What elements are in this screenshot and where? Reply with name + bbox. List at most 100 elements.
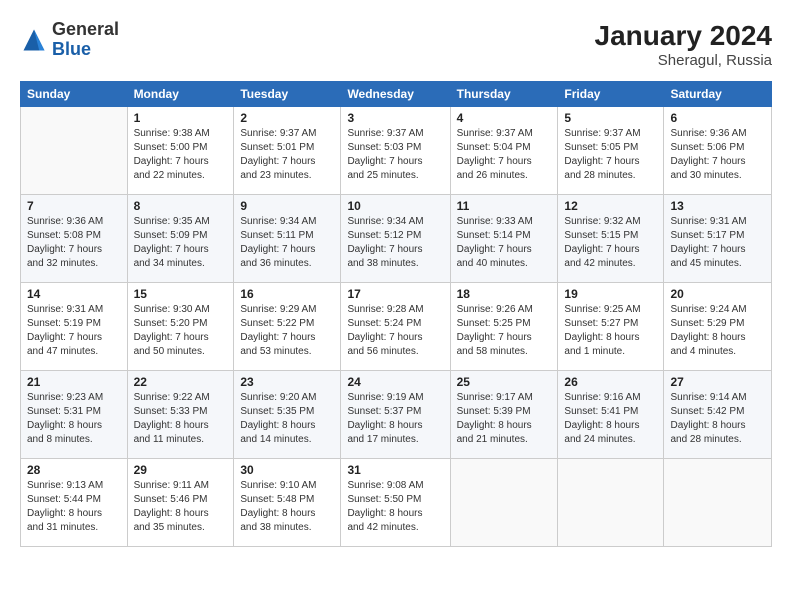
day-number: 12 xyxy=(564,199,657,213)
day-number: 27 xyxy=(670,375,765,389)
day-cell: 8 Sunrise: 9:35 AMSunset: 5:09 PMDaylight… xyxy=(127,195,234,283)
day-number: 31 xyxy=(347,463,443,477)
day-number: 22 xyxy=(134,375,228,389)
day-info: Sunrise: 9:14 AMSunset: 5:42 PMDaylight:… xyxy=(670,391,765,447)
day-info: Sunrise: 9:10 AMSunset: 5:48 PMDaylight:… xyxy=(240,479,334,535)
day-number: 4 xyxy=(457,111,552,125)
day-number: 18 xyxy=(457,287,552,301)
day-cell: 22Sunrise: 9:22 AMSunset: 5:33 PMDayligh… xyxy=(127,371,234,459)
day-info: Sunrise: 9:35 AMSunset: 5:09 PMDaylight:… xyxy=(134,215,228,271)
day-cell: 17 Sunrise: 9:28 AMSunset: 5:24 PMDayligh… xyxy=(341,283,450,371)
col-header-sunday: Sunday xyxy=(21,82,128,107)
day-cell: 12Sunrise: 9:32 AMSunset: 5:15 PMDayligh… xyxy=(558,195,664,283)
col-header-tuesday: Tuesday xyxy=(234,82,341,107)
day-cell: 31 Sunrise: 9:08 AMSunset: 5:50 PMDayligh… xyxy=(341,459,450,547)
calendar-page: General Blue January 2024 Sheragul, Russ… xyxy=(0,0,792,612)
day-number: 26 xyxy=(564,375,657,389)
header-row: Sunday Monday Tuesday Wednesday Thursday… xyxy=(21,82,772,107)
day-number: 2 xyxy=(240,111,334,125)
day-info: Sunrise: 9:31 AMSunset: 5:19 PMDaylight:… xyxy=(27,303,121,359)
week-row-5: 28Sunrise: 9:13 AMSunset: 5:44 PMDayligh… xyxy=(21,459,772,547)
col-header-saturday: Saturday xyxy=(664,82,772,107)
day-number: 6 xyxy=(670,111,765,125)
day-cell: 13Sunrise: 9:31 AMSunset: 5:17 PMDayligh… xyxy=(664,195,772,283)
day-number: 1 xyxy=(134,111,228,125)
day-number: 17 xyxy=(347,287,443,301)
day-number: 10 xyxy=(347,199,443,213)
day-number: 19 xyxy=(564,287,657,301)
day-number: 16 xyxy=(240,287,334,301)
day-info: Sunrise: 9:23 AMSunset: 5:31 PMDaylight:… xyxy=(27,391,121,447)
day-number: 15 xyxy=(134,287,228,301)
week-row-1: 1Sunrise: 9:38 AMSunset: 5:00 PMDaylight… xyxy=(21,107,772,195)
day-cell: 10 Sunrise: 9:34 AMSunset: 5:12 PMDayligh… xyxy=(341,195,450,283)
day-cell xyxy=(450,459,558,547)
day-cell xyxy=(558,459,664,547)
day-number: 9 xyxy=(240,199,334,213)
day-cell: 5Sunrise: 9:37 AMSunset: 5:05 PMDaylight… xyxy=(558,107,664,195)
day-cell: 29 Sunrise: 9:11 AMSunset: 5:46 PMDayligh… xyxy=(127,459,234,547)
day-cell: 15 Sunrise: 9:30 AMSunset: 5:20 PMDayligh… xyxy=(127,283,234,371)
day-number: 24 xyxy=(347,375,443,389)
day-cell: 18 Sunrise: 9:26 AMSunset: 5:25 PMDayligh… xyxy=(450,283,558,371)
day-cell: 26 Sunrise: 9:16 AMSunset: 5:41 PMDayligh… xyxy=(558,371,664,459)
day-number: 25 xyxy=(457,375,552,389)
day-info: Sunrise: 9:16 AMSunset: 5:41 PMDaylight:… xyxy=(564,391,657,447)
col-header-wednesday: Wednesday xyxy=(341,82,450,107)
day-info: Sunrise: 9:24 AMSunset: 5:29 PMDaylight:… xyxy=(670,303,765,359)
day-cell: 1Sunrise: 9:38 AMSunset: 5:00 PMDaylight… xyxy=(127,107,234,195)
location-subtitle: Sheragul, Russia xyxy=(595,52,772,69)
day-info: Sunrise: 9:08 AMSunset: 5:50 PMDaylight:… xyxy=(347,479,443,535)
day-info: Sunrise: 9:34 AMSunset: 5:11 PMDaylight:… xyxy=(240,215,334,271)
day-number: 14 xyxy=(27,287,121,301)
day-info: Sunrise: 9:37 AMSunset: 5:03 PMDaylight:… xyxy=(347,127,443,183)
day-cell: 4 Sunrise: 9:37 AMSunset: 5:04 PMDaylight… xyxy=(450,107,558,195)
day-cell: 30Sunrise: 9:10 AMSunset: 5:48 PMDayligh… xyxy=(234,459,341,547)
day-cell: 19Sunrise: 9:25 AMSunset: 5:27 PMDayligh… xyxy=(558,283,664,371)
day-number: 20 xyxy=(670,287,765,301)
day-cell: 2 Sunrise: 9:37 AMSunset: 5:01 PMDaylight… xyxy=(234,107,341,195)
logo-text: General Blue xyxy=(52,20,119,60)
day-number: 3 xyxy=(347,111,443,125)
day-cell: 27 Sunrise: 9:14 AMSunset: 5:42 PMDayligh… xyxy=(664,371,772,459)
day-cell xyxy=(21,107,128,195)
day-info: Sunrise: 9:26 AMSunset: 5:25 PMDaylight:… xyxy=(457,303,552,359)
day-cell: 9 Sunrise: 9:34 AMSunset: 5:11 PMDaylight… xyxy=(234,195,341,283)
day-info: Sunrise: 9:33 AMSunset: 5:14 PMDaylight:… xyxy=(457,215,552,271)
day-info: Sunrise: 9:20 AMSunset: 5:35 PMDaylight:… xyxy=(240,391,334,447)
col-header-friday: Friday xyxy=(558,82,664,107)
day-info: Sunrise: 9:11 AMSunset: 5:46 PMDaylight:… xyxy=(134,479,228,535)
logo-general: General xyxy=(52,19,119,39)
week-row-3: 14 Sunrise: 9:31 AMSunset: 5:19 PMDayligh… xyxy=(21,283,772,371)
title-block: January 2024 Sheragul, Russia xyxy=(595,20,772,69)
day-cell: 28Sunrise: 9:13 AMSunset: 5:44 PMDayligh… xyxy=(21,459,128,547)
day-info: Sunrise: 9:31 AMSunset: 5:17 PMDaylight:… xyxy=(670,215,765,271)
day-info: Sunrise: 9:28 AMSunset: 5:24 PMDaylight:… xyxy=(347,303,443,359)
day-number: 23 xyxy=(240,375,334,389)
day-cell xyxy=(664,459,772,547)
day-cell: 6Sunrise: 9:36 AMSunset: 5:06 PMDaylight… xyxy=(664,107,772,195)
day-info: Sunrise: 9:29 AMSunset: 5:22 PMDaylight:… xyxy=(240,303,334,359)
day-info: Sunrise: 9:30 AMSunset: 5:20 PMDaylight:… xyxy=(134,303,228,359)
logo-icon xyxy=(20,26,48,54)
day-cell: 20 Sunrise: 9:24 AMSunset: 5:29 PMDayligh… xyxy=(664,283,772,371)
week-row-4: 21 Sunrise: 9:23 AMSunset: 5:31 PMDayligh… xyxy=(21,371,772,459)
day-cell: 23 Sunrise: 9:20 AMSunset: 5:35 PMDayligh… xyxy=(234,371,341,459)
day-cell: 25Sunrise: 9:17 AMSunset: 5:39 PMDayligh… xyxy=(450,371,558,459)
col-header-monday: Monday xyxy=(127,82,234,107)
day-info: Sunrise: 9:37 AMSunset: 5:05 PMDaylight:… xyxy=(564,127,657,183)
day-info: Sunrise: 9:37 AMSunset: 5:04 PMDaylight:… xyxy=(457,127,552,183)
day-number: 8 xyxy=(134,199,228,213)
day-number: 7 xyxy=(27,199,121,213)
logo-blue: Blue xyxy=(52,39,91,59)
day-cell: 11Sunrise: 9:33 AMSunset: 5:14 PMDayligh… xyxy=(450,195,558,283)
logo: General Blue xyxy=(20,20,119,60)
day-number: 29 xyxy=(134,463,228,477)
col-header-thursday: Thursday xyxy=(450,82,558,107)
day-info: Sunrise: 9:37 AMSunset: 5:01 PMDaylight:… xyxy=(240,127,334,183)
day-info: Sunrise: 9:34 AMSunset: 5:12 PMDaylight:… xyxy=(347,215,443,271)
day-cell: 24Sunrise: 9:19 AMSunset: 5:37 PMDayligh… xyxy=(341,371,450,459)
month-year-title: January 2024 xyxy=(595,20,772,52)
day-number: 21 xyxy=(27,375,121,389)
day-cell: 16 Sunrise: 9:29 AMSunset: 5:22 PMDayligh… xyxy=(234,283,341,371)
